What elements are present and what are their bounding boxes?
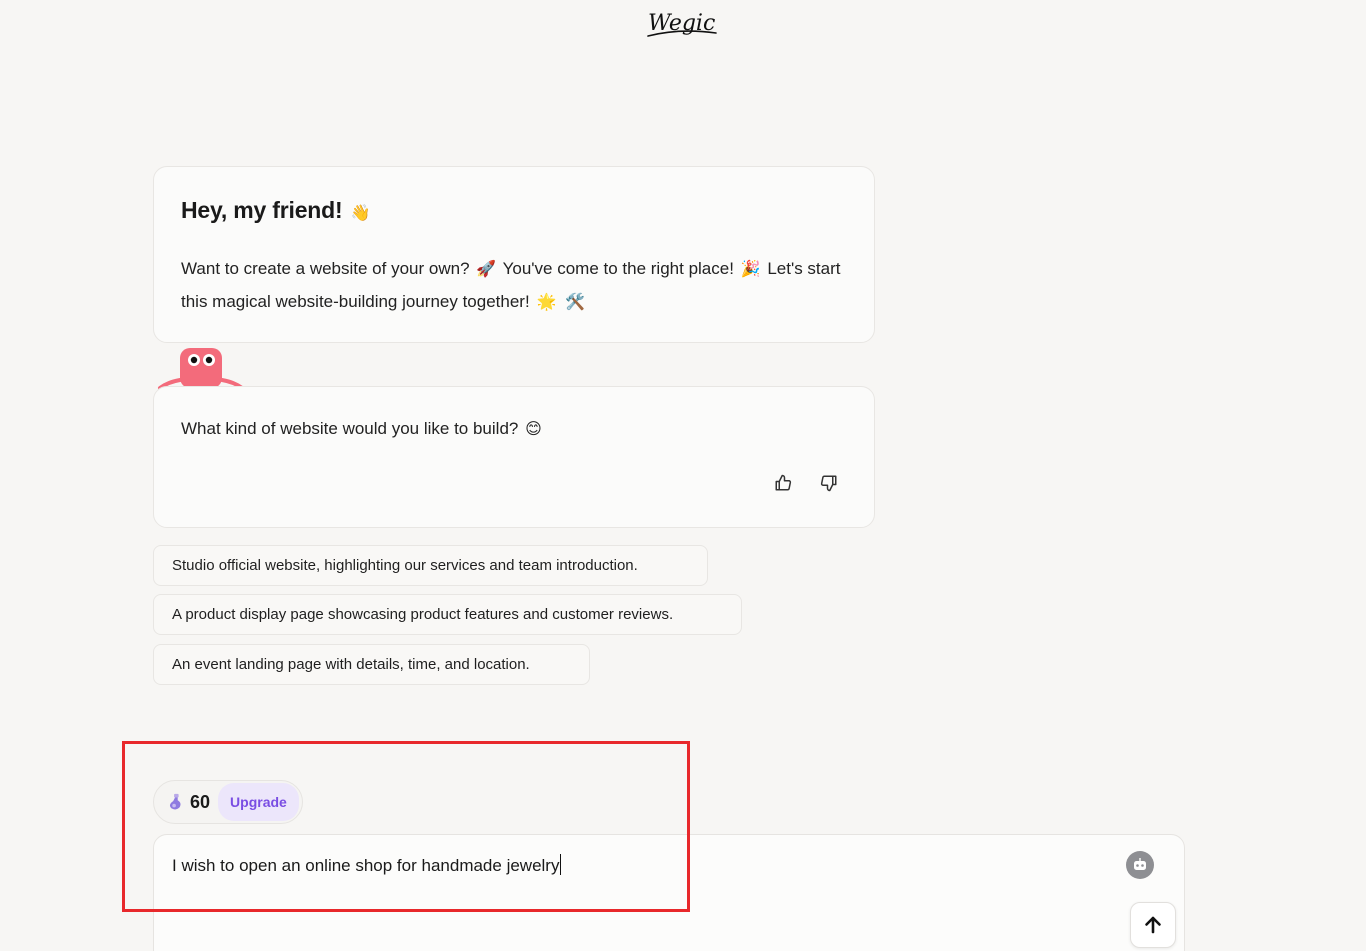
credit-count: 60	[190, 791, 211, 812]
tools-icon: 🛠️	[565, 294, 586, 311]
arrow-up-icon	[1145, 916, 1161, 934]
greeting-text-2: You've come to the right place!	[502, 259, 734, 278]
party-popper-icon: 🎉	[740, 261, 761, 278]
suggestion-chip[interactable]: Studio official website, highlighting ou…	[153, 545, 708, 586]
thumbs-up-button[interactable]	[771, 471, 795, 495]
send-button[interactable]	[1130, 902, 1176, 948]
waving-hand-icon: 👋	[350, 205, 371, 222]
thumbs-down-button[interactable]	[817, 471, 841, 495]
page: Wegic Hey, my friend! 👋 Want to create a…	[0, 0, 1366, 951]
robot-icon	[1134, 858, 1146, 870]
question-message: What kind of website would you like to b…	[181, 419, 544, 439]
question-text: What kind of website would you like to b…	[181, 419, 519, 438]
thumbs-up-icon	[775, 474, 792, 491]
text-caret	[560, 854, 562, 875]
greeting-text-1: Want to create a website of your own?	[181, 259, 470, 278]
greeting-message: Want to create a website of your own? 🚀 …	[181, 253, 851, 319]
message-input[interactable]: I wish to open an online shop for handma…	[172, 854, 562, 876]
rocket-icon: 🚀	[476, 261, 497, 278]
sparkle-icon: 🌟	[536, 294, 557, 311]
message-composer[interactable]: I wish to open an online shop for handma…	[153, 834, 1185, 951]
credits-pill: 60 Upgrade	[153, 780, 303, 824]
wegic-logo[interactable]: Wegic	[640, 6, 726, 46]
greeting-card: Hey, my friend! 👋 Want to create a websi…	[153, 166, 875, 343]
message-input-value: I wish to open an online shop for handma…	[172, 856, 560, 875]
upgrade-button[interactable]: Upgrade	[218, 783, 299, 821]
potion-icon	[169, 793, 181, 810]
assistant-button[interactable]	[1126, 851, 1154, 879]
suggestion-chip[interactable]: An event landing page with details, time…	[153, 644, 590, 685]
question-card: What kind of website would you like to b…	[153, 386, 875, 528]
thumbs-down-icon	[820, 475, 837, 492]
smiling-face-icon: 😊	[525, 421, 542, 438]
greeting-title-text: Hey, my friend!	[181, 197, 343, 223]
greeting-title: Hey, my friend! 👋	[181, 197, 372, 224]
suggestion-chip[interactable]: A product display page showcasing produc…	[153, 594, 742, 635]
